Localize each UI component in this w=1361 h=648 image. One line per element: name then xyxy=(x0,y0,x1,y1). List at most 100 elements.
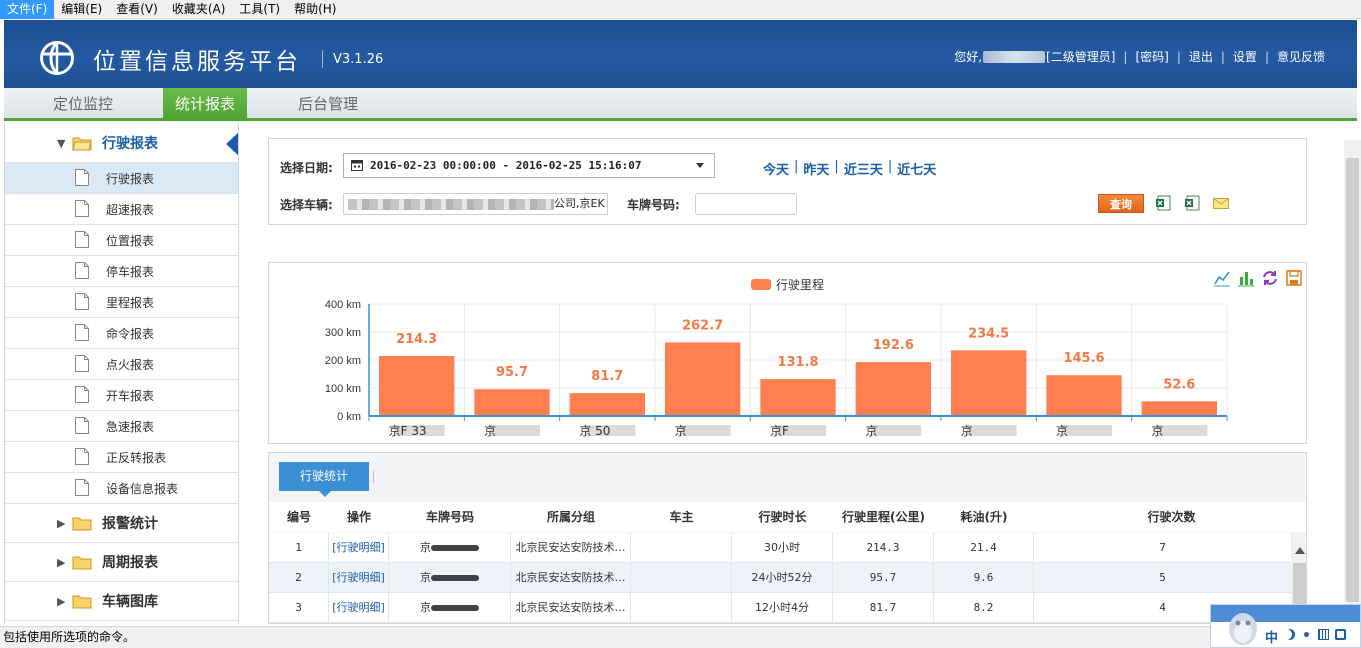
legend-label[interactable]: 行驶里程 xyxy=(776,277,824,292)
plate-number-input[interactable] xyxy=(695,193,797,215)
date-range-select[interactable]: 2016-02-23 00:00:00 - 2016-02-25 15:16:0… xyxy=(343,153,715,178)
cell-group: 北京民安达安防技术… xyxy=(511,533,631,563)
bar[interactable] xyxy=(855,362,931,416)
sidebar-group-label: 行驶报表 xyxy=(102,136,158,152)
bar[interactable] xyxy=(1046,375,1122,416)
cell-op[interactable]: [行驶明细] xyxy=(329,563,389,593)
y-tick-label: 100 km xyxy=(325,383,361,395)
sidebar-item[interactable]: 行驶报表 xyxy=(5,163,238,194)
document-icon xyxy=(75,417,89,434)
sidebar-item[interactable]: 设备信息报表 xyxy=(5,473,238,504)
table-row: 2 [行驶明细] 京北京民安达安防技术… 24小时52分 95.7 9.6 5 xyxy=(269,563,1292,593)
folder-icon xyxy=(72,556,92,570)
cell-duration: 24小时52分 xyxy=(732,563,833,593)
feedback-link[interactable]: 意见反馈 xyxy=(1277,48,1325,65)
sidebar-item[interactable]: 里程报表 xyxy=(5,287,238,318)
export-excel-all-icon[interactable] xyxy=(1184,195,1200,211)
bar[interactable] xyxy=(569,393,645,416)
sidebar-group-driving-reports[interactable]: ▼ 行驶报表 xyxy=(5,124,238,163)
cell-plate: 京 xyxy=(389,533,511,563)
menu-help[interactable]: 帮助(H) xyxy=(287,0,343,19)
today-link[interactable]: 今天 xyxy=(763,159,789,178)
sidebar-item[interactable]: 点火报表 xyxy=(5,349,238,380)
vehicle-select[interactable]: 公司,京EK xyxy=(343,193,608,215)
password-link[interactable]: [密码] xyxy=(1135,48,1168,65)
mail-icon[interactable] xyxy=(1213,195,1229,211)
sidebar-item[interactable]: 正反转报表 xyxy=(5,442,238,473)
tab-driving-statistics[interactable]: 行驶统计 xyxy=(279,462,369,497)
sidebar-item-label: 点火报表 xyxy=(106,357,155,372)
menu-file[interactable]: 文件(F) xyxy=(0,0,55,19)
sidebar-item[interactable]: 超速报表 xyxy=(5,194,238,225)
tab-statistics-reports[interactable]: 统计报表 xyxy=(163,88,248,121)
cell-fuel: 9.6 xyxy=(934,563,1034,593)
bar-value-label: 192.6 xyxy=(873,338,914,353)
bar[interactable] xyxy=(1141,401,1217,416)
bar[interactable] xyxy=(379,355,455,416)
legend-swatch[interactable] xyxy=(751,279,771,290)
menu-tools[interactable]: 工具(T) xyxy=(232,0,287,19)
qq-penguin-icon[interactable] xyxy=(1223,607,1263,647)
table-row: 1 [行驶明细] 京北京民安达安防技术… 30小时 214.3 21.4 7 xyxy=(269,533,1292,563)
driving-detail-link[interactable]: [行驶明细] xyxy=(332,601,385,614)
filter-panel: 选择日期: 2016-02-23 00:00:00 - 2016-02-25 1… xyxy=(268,138,1307,225)
logout-link[interactable]: 退出 xyxy=(1189,48,1213,65)
sidebar-group-periodic-reports[interactable]: ▶ 周期报表 xyxy=(5,543,238,582)
document-icon xyxy=(75,200,89,217)
sidebar-group-vehicle-gallery[interactable]: ▶ 车辆图库 xyxy=(5,582,238,621)
last-three-days-link[interactable]: 近三天 xyxy=(844,159,883,178)
menu-edit[interactable]: 编辑(E) xyxy=(54,0,109,19)
calendar-icon xyxy=(351,160,363,171)
page-scrollbar[interactable] xyxy=(1344,140,1361,624)
sidebar-item[interactable]: 位置报表 xyxy=(5,225,238,256)
export-excel-icon[interactable] xyxy=(1155,195,1171,211)
driving-detail-link[interactable]: [行驶明细] xyxy=(332,541,385,554)
x-tick-label: 京 xyxy=(961,424,973,438)
bar[interactable] xyxy=(951,350,1027,416)
sidebar-item[interactable]: 命令报表 xyxy=(5,318,238,349)
scroll-up-arrow-icon[interactable] xyxy=(1295,547,1305,554)
sidebar-item[interactable]: 急速报表 xyxy=(5,411,238,442)
cell-fuel: 8.2 xyxy=(934,593,1034,623)
sidebar-group-alarm-stats[interactable]: ▶ 报警统计 xyxy=(5,504,238,543)
tab-location-monitoring[interactable]: 定位监控 xyxy=(41,88,125,121)
bar[interactable] xyxy=(760,379,836,416)
ime-mode-label[interactable]: 中 xyxy=(1265,627,1278,646)
punctuation-icon[interactable] xyxy=(1301,629,1312,640)
keyboard-icon[interactable] xyxy=(1318,629,1329,640)
sidebar-item[interactable]: 停车报表 xyxy=(5,256,238,287)
y-tick-label: 400 km xyxy=(325,299,361,311)
scrollbar-thumb[interactable] xyxy=(1346,158,1359,602)
menu-favorites[interactable]: 收藏夹(A) xyxy=(165,0,233,19)
cell-duration: 30小时 xyxy=(732,533,833,563)
bar[interactable] xyxy=(474,389,550,416)
x-tick-label: 京 xyxy=(484,424,496,438)
cell-op[interactable]: [行驶明细] xyxy=(329,593,389,623)
cell-op[interactable]: [行驶明细] xyxy=(329,533,389,563)
last-seven-days-link[interactable]: 近七天 xyxy=(897,159,936,178)
redacted-plate xyxy=(1157,425,1208,436)
sidebar-item-label: 设备信息报表 xyxy=(106,481,179,496)
menu-view[interactable]: 查看(V) xyxy=(109,0,165,19)
settings-link[interactable]: 设置 xyxy=(1233,48,1257,65)
cell-mileage: 81.7 xyxy=(833,593,934,623)
query-button[interactable]: 查询 xyxy=(1098,194,1144,213)
collapsed-arrow-icon: ▶ xyxy=(57,594,66,608)
menu-bar: 文件(F) 编辑(E) 查看(V) 收藏夹(A) 工具(T) 帮助(H) xyxy=(0,0,1361,19)
folder-icon xyxy=(72,595,92,609)
document-icon xyxy=(75,355,89,372)
bar-value-label: 131.8 xyxy=(777,355,818,370)
driving-detail-link[interactable]: [行驶明细] xyxy=(332,571,385,584)
vehicle-label: 选择车辆: xyxy=(280,198,333,212)
bar-value-label: 145.6 xyxy=(1063,351,1104,366)
tools-icon[interactable] xyxy=(1335,629,1346,640)
sidebar-item[interactable]: 开车报表 xyxy=(5,380,238,411)
tab-backend-admin[interactable]: 后台管理 xyxy=(286,88,370,121)
title-divider xyxy=(322,50,323,68)
moon-icon[interactable] xyxy=(1284,629,1295,640)
x-tick-label: 京 xyxy=(1151,424,1163,438)
cell-fuel: 21.4 xyxy=(934,533,1034,563)
yesterday-link[interactable]: 昨天 xyxy=(803,159,829,178)
plate-label: 车牌号码: xyxy=(627,198,680,212)
bar[interactable] xyxy=(665,342,741,416)
